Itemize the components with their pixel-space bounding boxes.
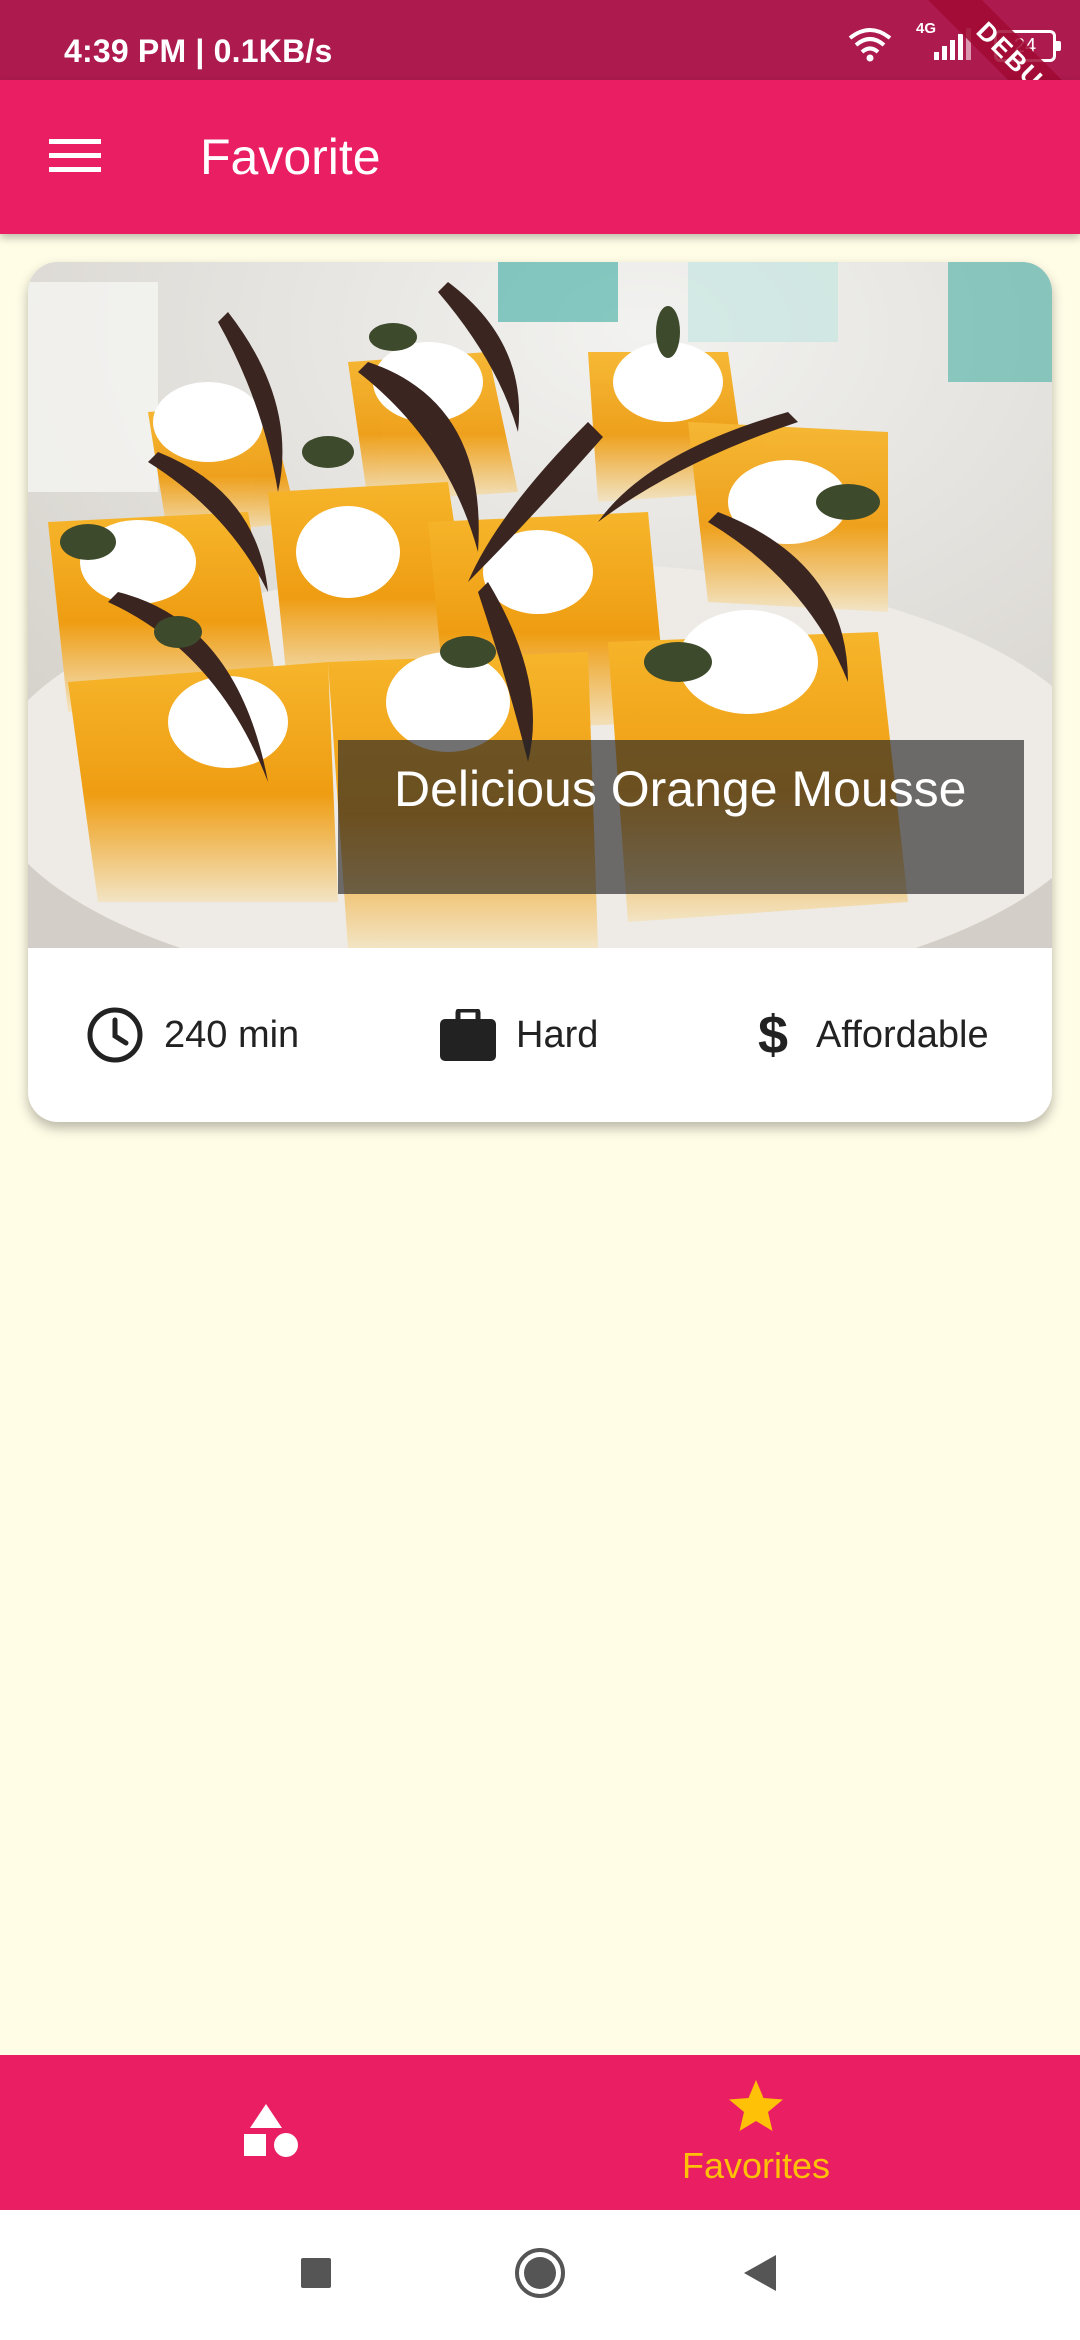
meal-card[interactable]: Delicious Orange Mousse 240 min Hard $ A…	[28, 262, 1052, 1122]
tab-favorites[interactable]: Favorites	[486, 2055, 1026, 2210]
meal-info-row: 240 min Hard $ Affordable	[28, 948, 1052, 1122]
network-type: 4G	[916, 19, 937, 37]
complexity-text: Hard	[516, 1013, 599, 1056]
system-navigation-bar	[0, 2210, 1080, 2340]
menu-icon	[49, 137, 101, 180]
tab-favorites-label: Favorites	[681, 2145, 831, 2186]
page-title: Favorite	[200, 129, 381, 185]
dollar-icon: $	[758, 1005, 789, 1065]
home-circle-icon	[513, 2246, 567, 2305]
duration-info: 240 min	[86, 948, 299, 1122]
status-icons: 4G 24	[846, 20, 1061, 68]
menu-button[interactable]	[40, 123, 110, 193]
back-triangle-icon	[742, 2253, 778, 2298]
battery-indicator: 24	[994, 30, 1061, 62]
affordability-text: Affordable	[816, 1013, 989, 1056]
affordability-info: $ Affordable	[758, 948, 989, 1122]
tab-categories[interactable]	[0, 2055, 540, 2210]
status-time: 4:39 PM | 0.1KB/s	[64, 33, 333, 69]
recent-apps-button[interactable]	[256, 2210, 376, 2340]
meal-title: Delicious Orange Mousse	[338, 740, 1024, 894]
categories-icon	[242, 2102, 298, 2163]
bottom-navigation: Favorites	[0, 2055, 1080, 2210]
briefcase-icon	[440, 1009, 496, 1061]
duration-text: 240 min	[164, 1013, 300, 1056]
app-bar: Favorite	[0, 80, 1080, 234]
signal-icon: 4G	[916, 20, 972, 67]
meal-image: Delicious Orange Mousse	[28, 262, 1052, 948]
status-bar: 4:39 PM | 0.1KB/s 4G 24 DEBUG	[0, 0, 1080, 162]
home-button[interactable]	[480, 2210, 600, 2340]
complexity-info: Hard	[440, 948, 598, 1122]
back-button[interactable]	[700, 2210, 820, 2340]
star-icon	[727, 2078, 785, 2139]
clock-icon	[86, 1006, 144, 1064]
wifi-icon	[846, 26, 894, 67]
square-icon	[299, 2256, 333, 2295]
